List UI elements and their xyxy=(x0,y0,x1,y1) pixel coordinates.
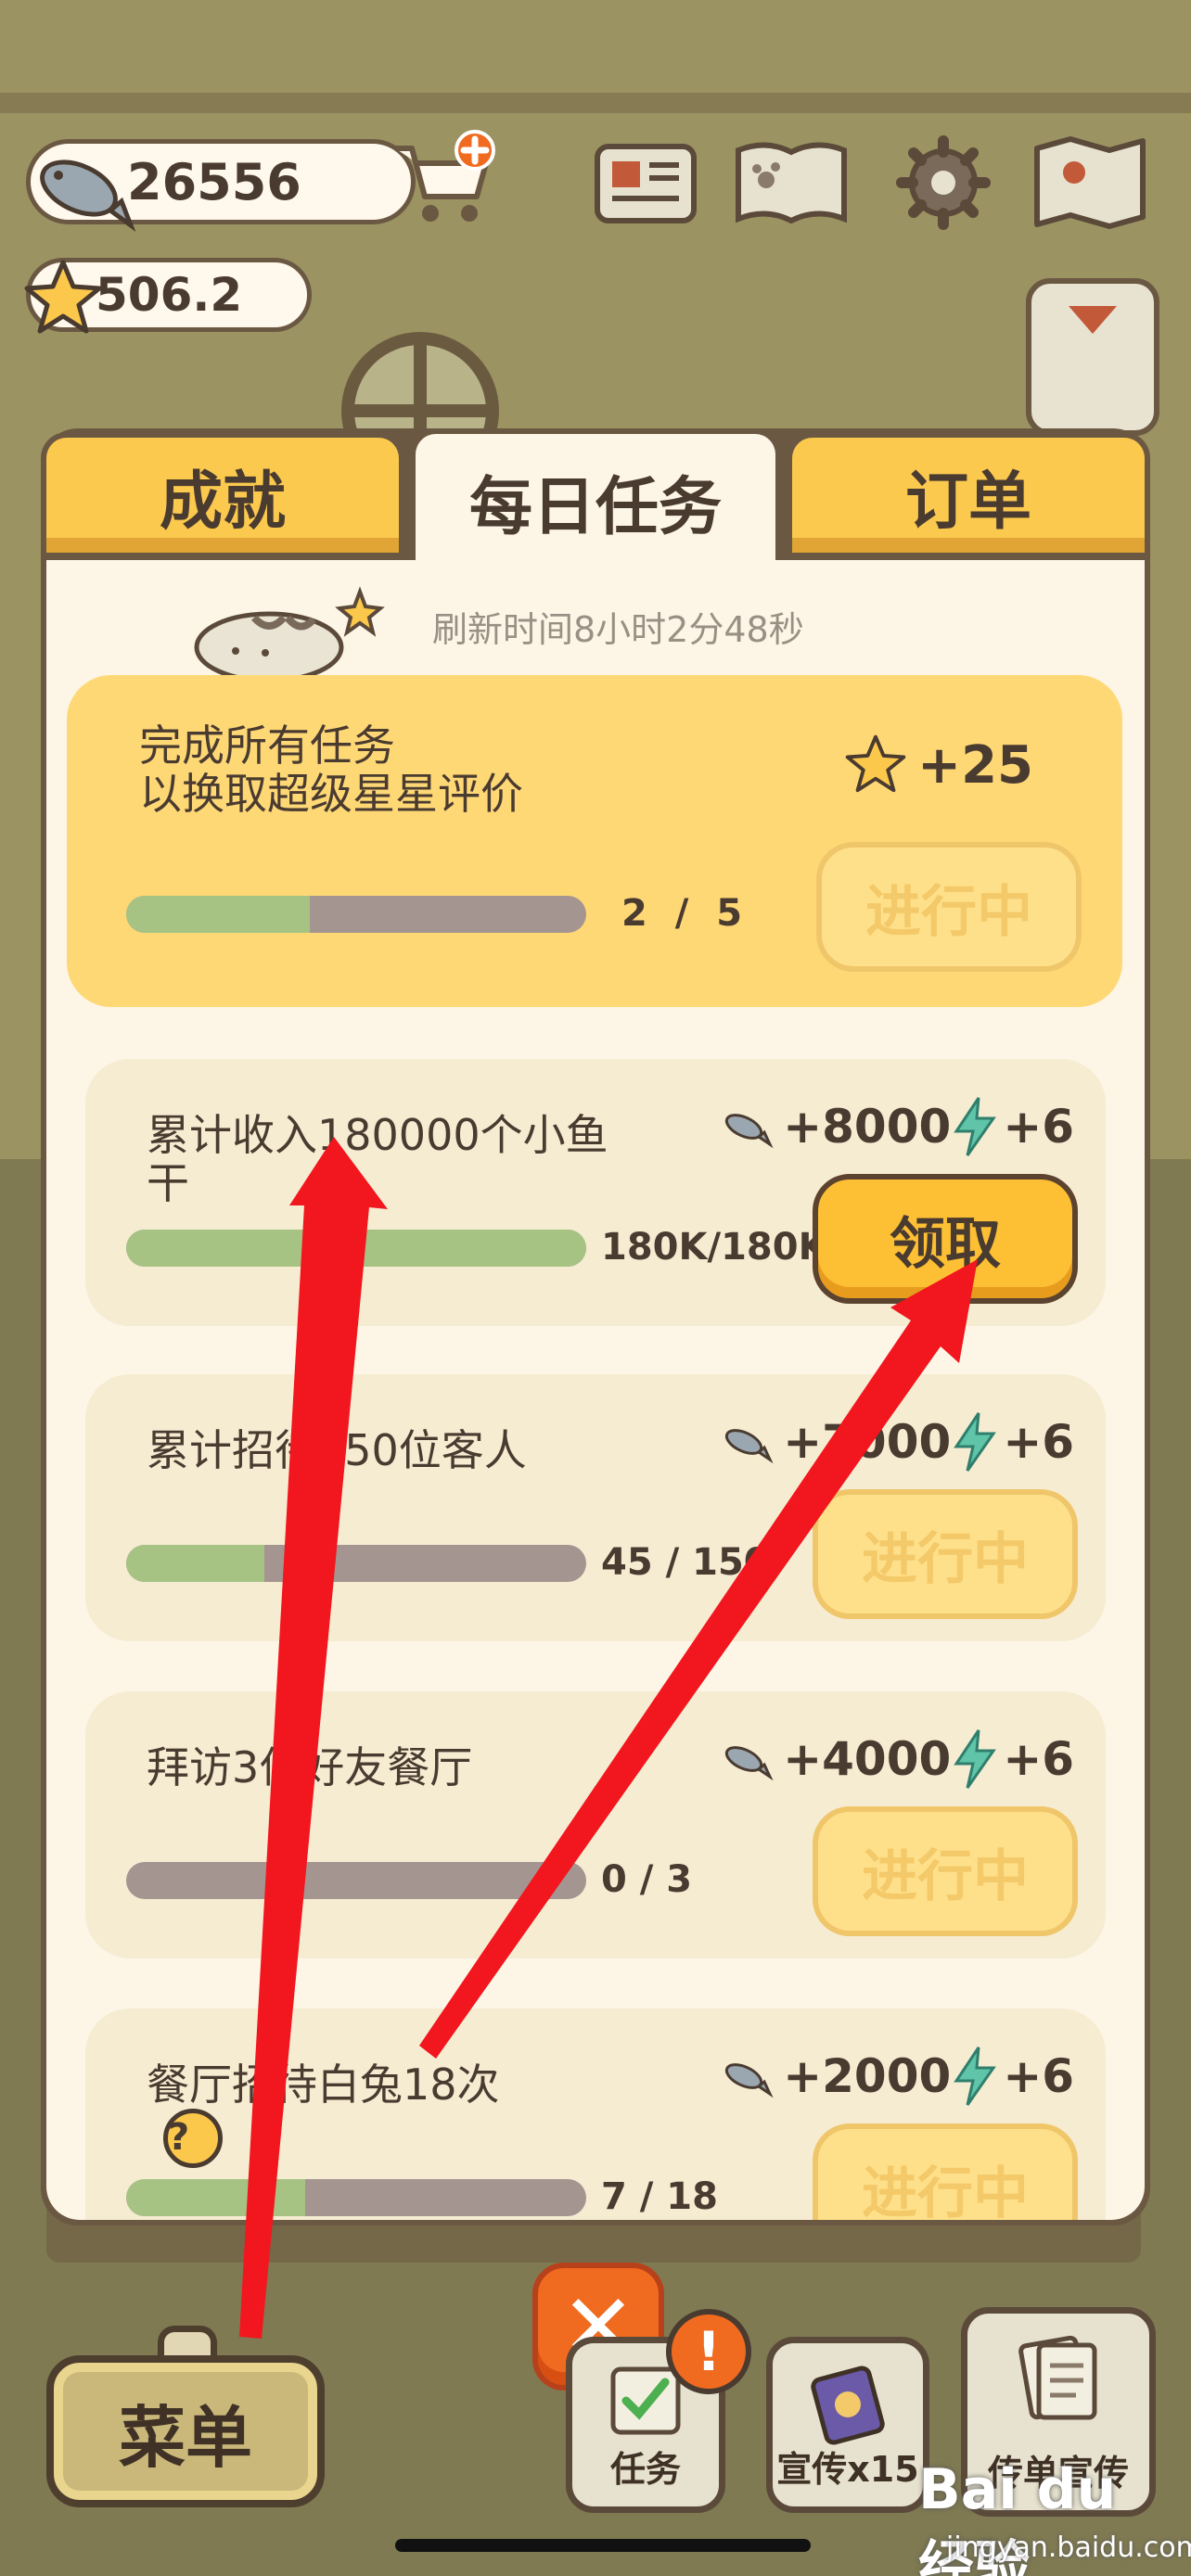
star-reward: +25 xyxy=(843,733,1033,797)
star-currency: 506.2 xyxy=(24,258,312,334)
task-title-text: 餐厅招待白兔18次 xyxy=(147,2060,500,2110)
flyer-icon xyxy=(1018,2335,1097,2420)
map-button[interactable] xyxy=(1028,132,1152,234)
map-icon xyxy=(1034,136,1146,229)
fish-reward-amount: +7000 xyxy=(783,1415,952,1469)
task-title-line: 餐厅招待白兔18次? xyxy=(147,2060,500,2168)
progress-bar xyxy=(126,2179,586,2216)
task-title-line: 以换取超级星星评价 xyxy=(139,769,523,819)
newspaper-button[interactable] xyxy=(586,132,711,234)
tab-daily-tasks[interactable]: 每日任务 xyxy=(410,428,781,567)
watermark-url: jingyan.baidu.com xyxy=(946,2531,1191,2564)
fish-icon xyxy=(725,1114,774,1149)
reward-amount: +25 xyxy=(917,734,1033,796)
settings-button[interactable] xyxy=(881,132,1005,234)
progress-count: 7 / 18 xyxy=(601,2175,718,2218)
progress-bar xyxy=(126,1230,586,1267)
fish-amount: 26556 xyxy=(127,152,301,211)
tab-achievements[interactable]: 成就 xyxy=(41,432,404,553)
progress-count: 180K/180K xyxy=(601,1226,827,1269)
task-card: 餐厅招待白兔18次? +2000 +6 7 / 18 进行中 xyxy=(85,2009,1106,2220)
task-title-line: 拜访3位好友餐厅 xyxy=(147,1742,473,1792)
progress-count: 45 / 150 xyxy=(601,1541,770,1584)
task-title: 餐厅招待白兔18次? xyxy=(147,2060,500,2168)
energy-bolt-icon xyxy=(954,1729,997,1789)
energy-reward-amount: +6 xyxy=(1003,2049,1074,2103)
energy-reward-amount: +6 xyxy=(1003,1415,1074,1469)
star-amount: 506.2 xyxy=(96,268,243,322)
energy-reward-amount: +6 xyxy=(1003,1732,1074,1786)
progress-bar xyxy=(126,1545,586,1582)
ceiling-beam xyxy=(0,93,1191,113)
daily-task-panel[interactable]: 刷新时间8小时2分48秒 完成所有任务 以换取超级星星评价 +25 2 / 5 … xyxy=(46,560,1145,2220)
master-task-card: 完成所有任务 以换取超级星星评价 +25 2 / 5 进行中 xyxy=(67,675,1122,1007)
cart-plus-icon[interactable] xyxy=(390,130,501,232)
task-reward: +4000 +6 xyxy=(718,1728,1074,1790)
task-title: 完成所有任务 以换取超级星星评价 xyxy=(139,721,523,818)
tab-bar: 成就 每日任务 订单 xyxy=(41,428,1150,567)
home-indicator[interactable] xyxy=(395,2539,811,2552)
cat-mascot-icon xyxy=(194,586,385,683)
energy-reward-amount: +6 xyxy=(1003,1100,1074,1154)
task-modal: 成就 每日任务 订单 刷新时间8小时2分48秒 完成所有任务 以换取超级星星评价… xyxy=(41,428,1150,2225)
energy-bolt-icon xyxy=(954,1412,997,1472)
paw-book-button[interactable] xyxy=(729,132,853,234)
task-card: 拜访3位好友餐厅 +4000 +6 0 / 3 进行中 xyxy=(85,1691,1106,1958)
fish-reward-amount: +2000 xyxy=(783,2049,952,2103)
refresh-timer: 刷新时间8小时2分48秒 xyxy=(432,609,804,650)
promo-nav-label: 宣传x15 xyxy=(776,2449,919,2490)
fish-reward-amount: +4000 xyxy=(783,1732,952,1786)
star-icon xyxy=(24,260,102,334)
newspaper-icon xyxy=(595,144,697,223)
tab-orders[interactable]: 订单 xyxy=(787,432,1150,553)
task-card: 累计招待150位客人 +7000 +6 45 / 150 进行中 xyxy=(85,1374,1106,1641)
progress-fill xyxy=(126,896,311,933)
alert-badge: ! xyxy=(666,2309,751,2394)
fish-icon xyxy=(40,159,136,232)
in-progress-button[interactable]: 进行中 xyxy=(816,842,1082,972)
fish-reward-amount: +8000 xyxy=(783,1100,952,1154)
in-progress-button[interactable]: 进行中 xyxy=(813,2123,1078,2220)
task-reward: +8000 +6 xyxy=(718,1096,1074,1157)
gear-icon xyxy=(896,135,991,230)
paw-book-icon xyxy=(736,142,847,224)
help-icon[interactable]: ? xyxy=(163,2109,223,2168)
progress-fill xyxy=(126,1230,586,1267)
claim-button[interactable]: 领取 xyxy=(813,1174,1078,1304)
progress-fill xyxy=(126,1545,264,1582)
in-progress-button[interactable]: 进行中 xyxy=(813,1489,1078,1619)
fish-currency: 26556 xyxy=(26,139,416,232)
task-reward: +7000 +6 xyxy=(718,1411,1074,1473)
task-title-line: 累计招待150位客人 xyxy=(147,1425,527,1475)
side-toolbar[interactable] xyxy=(1026,278,1159,436)
energy-bolt-icon xyxy=(954,1097,997,1156)
task-title: 拜访3位好友餐厅 xyxy=(147,1743,472,1792)
progress-bar xyxy=(126,1862,586,1899)
task-title: 累计招待150位客人 xyxy=(147,1426,527,1474)
chevron-down-icon xyxy=(1069,306,1117,334)
task-nav-label: 任务 xyxy=(609,2449,681,2490)
star-icon xyxy=(845,734,906,793)
task-card: 累计收入180000个小鱼 干 +8000 +6 180K/180K 领取 xyxy=(85,1059,1106,1326)
progress-count: 0 / 3 xyxy=(601,1858,693,1901)
in-progress-button[interactable]: 进行中 xyxy=(813,1806,1078,1936)
task-title: 累计收入180000个小鱼 干 xyxy=(147,1111,608,1207)
task-title-line: 累计收入180000个小鱼 xyxy=(147,1110,608,1160)
promo-nav-button[interactable]: 宣传x15 xyxy=(766,2337,929,2513)
task-title-line: 完成所有任务 xyxy=(139,721,395,771)
fish-icon xyxy=(725,2063,774,2098)
fish-icon xyxy=(725,1746,774,1781)
progress-count: 2 / 5 xyxy=(621,892,743,935)
task-reward: +2000 +6 xyxy=(718,2046,1074,2107)
task-title-line: 干 xyxy=(147,1158,189,1208)
promo-card-icon xyxy=(811,2366,885,2445)
fish-icon xyxy=(725,1429,774,1464)
progress-fill xyxy=(126,2179,306,2216)
progress-bar xyxy=(126,896,586,933)
menu-button[interactable]: 菜单 xyxy=(46,2355,325,2507)
energy-bolt-icon xyxy=(954,2047,997,2106)
